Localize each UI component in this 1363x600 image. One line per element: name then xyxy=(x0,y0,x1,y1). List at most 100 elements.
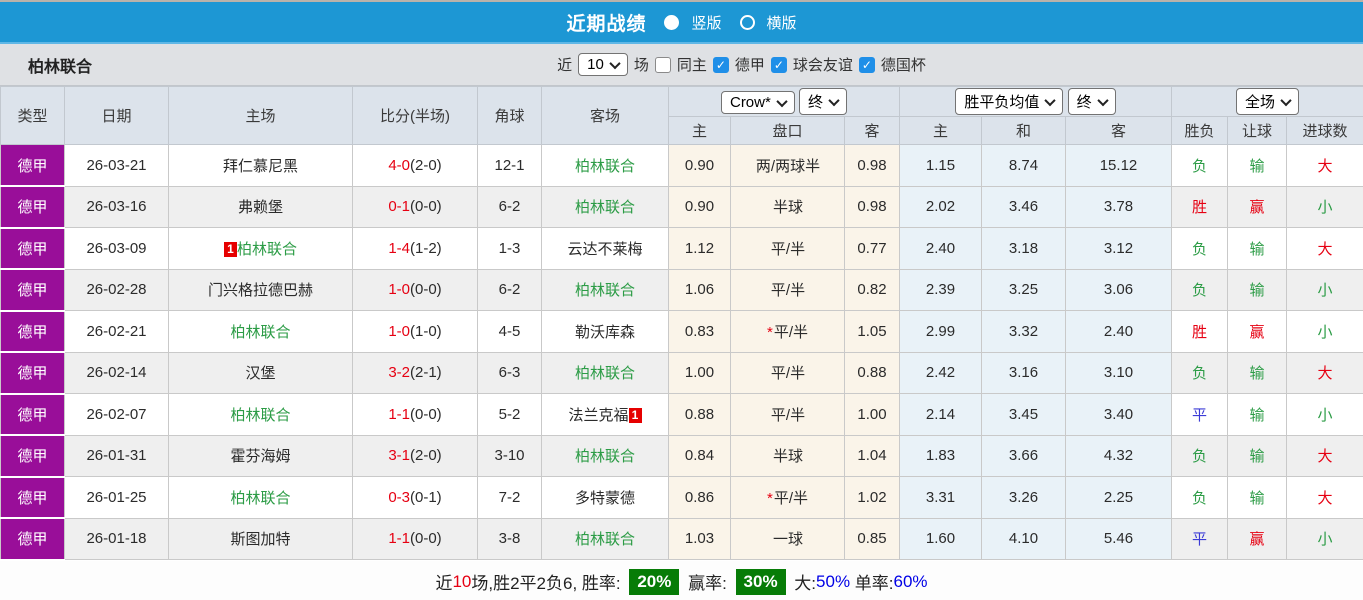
away-team-name[interactable]: 柏林联合 xyxy=(575,531,635,548)
full-time-score: 1-1 xyxy=(388,530,410,548)
ah-away-odds: 0.98 xyxy=(844,185,900,228)
odds-home: 2.40 xyxy=(899,227,982,270)
same-home-checkbox[interactable] xyxy=(654,56,671,73)
home-team-name[interactable]: 弗赖堡 xyxy=(238,199,283,216)
home-team-name[interactable]: 霍芬海姆 xyxy=(230,448,290,465)
odds-away: 5.46 xyxy=(1065,517,1172,560)
col-header-date: 日期 xyxy=(64,86,169,145)
table-row: 德甲 26-01-31 霍芬海姆 3-1(2-0) 3-10 柏林联合 0.84… xyxy=(0,434,1363,478)
handicap-result-cell: 输 xyxy=(1227,476,1287,519)
corner-score: 1-3 xyxy=(477,227,542,270)
odds-draw: 3.26 xyxy=(981,476,1066,519)
ah-line-cell: 平/半 xyxy=(730,351,845,394)
match-count-select[interactable]: 10 xyxy=(578,53,628,76)
team-name: 柏林联合 xyxy=(28,58,93,76)
away-team-cell: 多特蒙德 xyxy=(541,476,669,519)
odds-away: 2.25 xyxy=(1065,476,1172,519)
horizontal-layout-label[interactable]: 横版 xyxy=(767,12,797,33)
handicap-result-cell: 输 xyxy=(1227,144,1287,187)
scope-select[interactable]: 全场 xyxy=(1236,88,1300,115)
ah-line-cell: 平/半 xyxy=(730,393,845,436)
ah-line: 两/两球半 xyxy=(755,157,821,175)
league-badge: 德甲 xyxy=(0,227,65,270)
home-team-cell: 霍芬海姆 xyxy=(168,434,353,477)
result-cell: 胜 xyxy=(1171,310,1228,353)
away-team-name[interactable]: 柏林联合 xyxy=(575,199,635,216)
odds-draw: 3.25 xyxy=(981,268,1066,311)
club-friendly-checkbox[interactable] xyxy=(770,56,787,73)
summary-segment: 20% xyxy=(629,568,680,595)
half-time-score: (2-0) xyxy=(410,156,442,174)
odds-home: 3.31 xyxy=(899,476,982,519)
score-cell: 1-0(0-0) xyxy=(352,268,478,311)
german-cup-label[interactable]: 德国杯 xyxy=(881,54,926,75)
league-badge: 德甲 xyxy=(0,352,65,395)
ah-line-cell: 半球 xyxy=(730,185,845,228)
match-date: 26-03-09 xyxy=(64,227,169,270)
handicap-period-select[interactable]: 终 xyxy=(799,88,848,115)
home-team-name[interactable]: 柏林联合 xyxy=(230,407,290,424)
odds-draw: 3.32 xyxy=(981,310,1066,353)
odds-draw: 3.16 xyxy=(981,351,1066,394)
league-badge: 德甲 xyxy=(0,186,65,229)
summary-segment: 大: xyxy=(789,574,817,593)
table-row: 德甲 26-02-28 门兴格拉德巴赫 1-0(0-0) 6-2 柏林联合 1.… xyxy=(0,268,1363,312)
german-cup-checkbox[interactable] xyxy=(858,56,875,73)
home-team-name[interactable]: 柏林联合 xyxy=(230,324,290,341)
ah-away-odds: 0.77 xyxy=(844,227,900,270)
bundesliga-label[interactable]: 德甲 xyxy=(735,54,765,75)
score-cell: 1-4(1-2) xyxy=(352,227,478,270)
bookmaker-select[interactable]: Crow* xyxy=(720,91,795,114)
ah-away-odds: 0.98 xyxy=(844,144,900,187)
odds-draw: 8.74 xyxy=(981,144,1066,187)
title-bar: 近期战绩 竖版 横版 xyxy=(0,2,1363,44)
odds-home: 2.02 xyxy=(899,185,982,228)
handicap-select-group: Crow* 终 xyxy=(668,86,900,117)
page-title: 近期战绩 xyxy=(566,13,647,35)
near-label: 近 xyxy=(557,57,573,74)
home-team-name[interactable]: 柏林联合 xyxy=(237,241,297,258)
odds-draw: 3.46 xyxy=(981,185,1066,228)
goals-result-cell: 大 xyxy=(1285,227,1363,270)
odds-source-select[interactable]: 胜平负均值 xyxy=(955,88,1064,115)
ah-line: 一球 xyxy=(772,531,803,549)
home-team-cell: 拜仁慕尼黑 xyxy=(168,144,353,187)
away-team-name[interactable]: 柏林联合 xyxy=(575,282,635,299)
away-team-name[interactable]: 勒沃库森 xyxy=(575,324,635,341)
score-cell: 3-1(2-0) xyxy=(352,434,478,477)
away-team-name[interactable]: 云达不莱梅 xyxy=(567,241,642,258)
away-team-name[interactable]: 柏林联合 xyxy=(575,365,635,382)
match-date: 26-02-21 xyxy=(64,310,169,353)
home-team-name[interactable]: 斯图加特 xyxy=(230,531,290,548)
full-time-score: 4-0 xyxy=(388,156,410,174)
table-row: 德甲 26-01-25 柏林联合 0-3(0-1) 7-2 多特蒙德 0.86 … xyxy=(0,476,1363,519)
goals-result-cell: 大 xyxy=(1285,434,1363,477)
goals-result-cell: 大 xyxy=(1285,144,1363,187)
home-team-name[interactable]: 汉堡 xyxy=(245,365,275,382)
full-time-score: 0-1 xyxy=(388,198,410,216)
horizontal-layout-radio[interactable] xyxy=(739,14,755,30)
home-team-name[interactable]: 门兴格拉德巴赫 xyxy=(208,282,313,299)
corner-score: 3-10 xyxy=(477,434,542,477)
ah-home-odds: 0.84 xyxy=(668,434,731,477)
away-team-cell: 柏林联合 xyxy=(541,144,669,187)
odds-period-select[interactable]: 终 xyxy=(1067,88,1116,115)
away-team-name[interactable]: 柏林联合 xyxy=(575,448,635,465)
vertical-layout-label[interactable]: 竖版 xyxy=(691,12,721,33)
home-team-name[interactable]: 拜仁慕尼黑 xyxy=(223,158,298,175)
away-team-name[interactable]: 法兰克福 xyxy=(568,407,628,424)
away-team-name[interactable]: 多特蒙德 xyxy=(575,490,635,507)
bundesliga-checkbox[interactable] xyxy=(712,56,729,73)
ah-home-odds: 0.86 xyxy=(668,476,731,519)
home-team-name[interactable]: 柏林联合 xyxy=(230,490,290,507)
odds-draw: 3.18 xyxy=(981,227,1066,270)
club-friendly-label[interactable]: 球会友谊 xyxy=(793,54,853,75)
vertical-layout-radio[interactable] xyxy=(664,14,680,30)
ah-line-cell: 平/半 xyxy=(730,268,845,311)
ah-away-odds: 1.00 xyxy=(844,393,900,436)
home-team-cell: 门兴格拉德巴赫 xyxy=(168,268,353,311)
same-home-label[interactable]: 同主 xyxy=(677,54,707,75)
full-time-score: 1-0 xyxy=(388,281,410,299)
summary-segment: 赢率: xyxy=(683,574,732,593)
away-team-name[interactable]: 柏林联合 xyxy=(575,158,635,175)
